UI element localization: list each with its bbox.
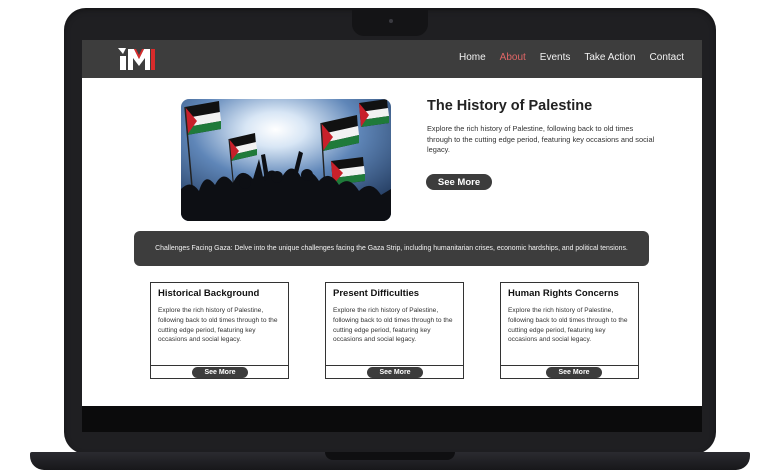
camera-icon [389,19,393,23]
screen-bezel [82,406,702,432]
card-title: Human Rights Concerns [508,288,619,299]
banner-text: Challenges Facing Gaza: Delve into the u… [155,245,628,252]
site-logo[interactable] [118,46,158,72]
hero-description: Explore the rich history of Palestine, f… [427,124,655,155]
card-description: Explore the rich history of Palestine, f… [158,307,278,344]
camera-notch [352,10,428,36]
nav-links: Home About Events Take Action Contact [459,52,684,63]
card-see-more-button[interactable]: See More [192,367,248,378]
website-screen: Home About Events Take Action Contact Th… [82,40,702,406]
card-see-more-button[interactable]: See More [367,367,423,378]
card-historical-background: Historical Background Explore the rich h… [150,282,289,379]
card-see-more-button[interactable]: See More [546,367,602,378]
hero-image [181,99,391,221]
card-description: Explore the rich history of Palestine, f… [333,307,453,344]
nav-take-action[interactable]: Take Action [584,52,635,63]
card-title: Present Difficulties [333,288,420,299]
logo-im-icon [118,48,155,70]
card-divider [326,365,463,366]
card-title: Historical Background [158,288,260,299]
card-human-rights-concerns: Human Rights Concerns Explore the rich h… [500,282,639,379]
card-divider [151,365,288,366]
laptop-base-groove [325,452,455,460]
gaza-banner: Challenges Facing Gaza: Delve into the u… [134,231,649,266]
nav-home[interactable]: Home [459,52,486,63]
nav-about[interactable]: About [500,52,526,63]
nav-events[interactable]: Events [540,52,571,63]
hero-see-more-button[interactable]: See More [426,174,492,190]
card-present-difficulties: Present Difficulties Explore the rich hi… [325,282,464,379]
card-divider [501,365,638,366]
nav-contact[interactable]: Contact [650,52,684,63]
protest-flags-photo [181,99,391,221]
navbar: Home About Events Take Action Contact [82,40,702,78]
hero-title: The History of Palestine [427,98,593,114]
card-description: Explore the rich history of Palestine, f… [508,307,628,344]
